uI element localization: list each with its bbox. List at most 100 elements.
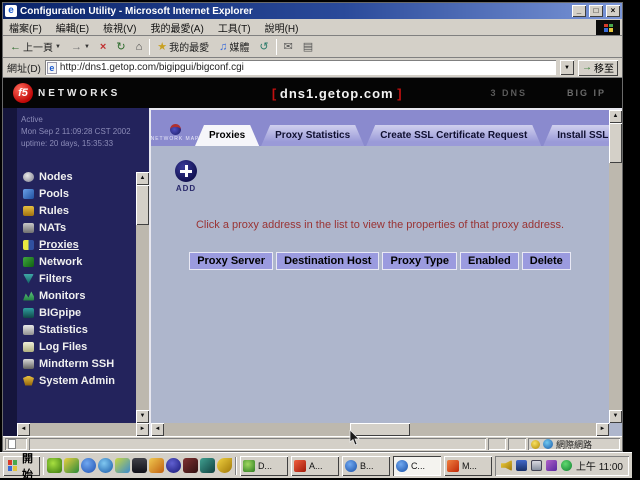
quicklaunch-icon-2[interactable] xyxy=(64,458,79,473)
sidebar-item-pools[interactable]: Pools xyxy=(17,185,149,202)
quicklaunch-icon-9[interactable] xyxy=(183,458,198,473)
stop-icon: × xyxy=(100,41,106,53)
quicklaunch-icon-6[interactable] xyxy=(132,458,147,473)
start-button[interactable]: 開始 xyxy=(3,456,40,476)
product-bigip[interactable]: BIG IP xyxy=(567,88,606,98)
forward-button[interactable]: → ▼ xyxy=(68,40,93,54)
quicklaunch-icon-4[interactable] xyxy=(98,458,113,473)
security-zone-pane: 網際網路 xyxy=(528,438,620,450)
tab-proxy-statistics[interactable]: Proxy Statistics xyxy=(261,125,364,146)
sidebar-item-proxies[interactable]: Proxies xyxy=(17,236,149,253)
col-proxy-type[interactable]: Proxy Type xyxy=(382,252,457,270)
favorites-button[interactable]: ★ 我的最愛 xyxy=(154,38,212,55)
back-button[interactable]: ← 上一頁 ▼ xyxy=(7,38,64,55)
scroll-left-icon[interactable]: ◄ xyxy=(151,423,164,436)
close-button[interactable]: × xyxy=(606,5,620,17)
quicklaunch-icon-5[interactable] xyxy=(115,458,130,473)
sidebar-item-nodes[interactable]: Nodes xyxy=(17,168,149,185)
menu-view[interactable]: 檢視(V) xyxy=(103,20,136,35)
content-horizontal-scrollbar[interactable]: ◄ ► xyxy=(151,423,609,436)
address-input[interactable]: e http://dns1.getop.com/bigipgui/bigconf… xyxy=(45,60,556,75)
menu-tools[interactable]: 工具(T) xyxy=(218,20,251,35)
refresh-button[interactable]: ↻ xyxy=(113,40,128,54)
address-url[interactable]: http://dns1.getop.com/bigipgui/bigconf.c… xyxy=(60,62,554,73)
menu-edit[interactable]: 編輯(E) xyxy=(56,20,89,35)
tab-proxies[interactable]: Proxies xyxy=(195,125,259,146)
back-dropdown-icon[interactable]: ▼ xyxy=(55,44,61,50)
quicklaunch-icon-7[interactable] xyxy=(149,458,164,473)
content-vertical-scrollbar[interactable]: ▲ ▼ xyxy=(609,110,622,423)
taskbar-clock[interactable]: 上午 11:00 xyxy=(576,458,623,473)
forward-dropdown-icon[interactable]: ▼ xyxy=(84,44,90,50)
media-button[interactable]: ♫ 媒體 xyxy=(216,38,252,55)
taskbar-button-2[interactable]: A... xyxy=(291,456,339,476)
volume-icon[interactable] xyxy=(501,460,512,471)
scroll-down-icon[interactable]: ▼ xyxy=(136,410,149,423)
go-button[interactable]: → 移至 xyxy=(578,60,618,76)
taskbar-button-1[interactable]: D... xyxy=(240,456,288,476)
sidebar-vertical-scrollbar[interactable]: ▲ ▼ xyxy=(136,172,149,423)
quicklaunch-icon-11[interactable] xyxy=(217,458,232,473)
sidebar-item-log-files[interactable]: Log Files xyxy=(17,338,149,355)
scroll-right-icon[interactable]: ► xyxy=(136,423,149,436)
ie-app-icon xyxy=(345,460,357,472)
quicklaunch-icon-1[interactable] xyxy=(47,458,62,473)
network-map-icon[interactable]: NETWORK MAP xyxy=(155,124,195,142)
scroll-up-icon[interactable]: ▲ xyxy=(136,172,149,185)
quicklaunch-icon-8[interactable] xyxy=(166,458,181,473)
quicklaunch-icon-10[interactable] xyxy=(200,458,215,473)
sidebar-item-mindterm-ssh[interactable]: Mindterm SSH xyxy=(17,355,149,372)
sidebar-item-filters[interactable]: Filters xyxy=(17,270,149,287)
home-button[interactable]: ⌂ xyxy=(133,40,146,54)
scrollbar-thumb[interactable] xyxy=(136,185,149,225)
col-enabled[interactable]: Enabled xyxy=(460,252,519,270)
product-3dns[interactable]: 3 DNS xyxy=(490,88,527,98)
app-icon xyxy=(243,460,255,472)
display-icon[interactable] xyxy=(531,460,542,471)
sidebar-item-bigpipe[interactable]: BIGpipe xyxy=(17,304,149,321)
sidebar-item-nats[interactable]: NATs xyxy=(17,219,149,236)
refresh-icon: ↻ xyxy=(116,41,125,53)
sidebar-item-monitors[interactable]: Monitors xyxy=(17,287,149,304)
content-frame: NETWORK MAP Proxies Proxy Statistics Cre… xyxy=(149,108,622,436)
history-button[interactable]: ↺ xyxy=(256,40,271,54)
scrollbar-thumb[interactable] xyxy=(609,123,622,163)
scroll-up-icon[interactable]: ▲ xyxy=(609,110,622,123)
scroll-right-icon[interactable]: ► xyxy=(596,423,609,436)
f5-networks-label: NETWORKS xyxy=(38,88,120,99)
mail-button[interactable]: ✉ xyxy=(281,40,296,54)
sidebar-item-statistics[interactable]: Statistics xyxy=(17,321,149,338)
taskbar-button-4-active[interactable]: C... xyxy=(393,456,441,476)
messenger-icon[interactable] xyxy=(516,460,527,471)
col-delete[interactable]: Delete xyxy=(522,252,571,270)
scroll-down-icon[interactable]: ▼ xyxy=(609,410,622,423)
col-proxy-server[interactable]: Proxy Server xyxy=(189,252,273,270)
scroll-left-icon[interactable]: ◄ xyxy=(17,423,30,436)
tab-create-ssl-certificate-request[interactable]: Create SSL Certificate Request xyxy=(366,125,541,146)
forward-icon: → xyxy=(71,41,82,53)
sidebar-item-network[interactable]: Network xyxy=(17,253,149,270)
taskbar-button-3[interactable]: B... xyxy=(342,456,390,476)
menu-favorites[interactable]: 我的最愛(A) xyxy=(150,20,203,35)
sidebar-item-system-admin[interactable]: System Admin xyxy=(17,372,149,389)
add-button[interactable] xyxy=(175,160,197,182)
quicklaunch-icon-3[interactable] xyxy=(81,458,96,473)
nats-icon xyxy=(23,223,34,233)
system-tray: 上午 11:00 xyxy=(495,456,629,476)
taskbar-button-5[interactable]: M... xyxy=(444,456,492,476)
stop-button[interactable]: × xyxy=(97,40,109,54)
address-dropdown-icon[interactable]: ▼ xyxy=(560,60,574,75)
screen: { "colors": { "titlebar": "#0a246a", "ch… xyxy=(0,0,640,480)
menu-file[interactable]: 檔案(F) xyxy=(9,20,42,35)
sidebar-item-rules[interactable]: Rules xyxy=(17,202,149,219)
antivirus-icon[interactable] xyxy=(561,460,572,471)
minimize-button[interactable]: _ xyxy=(572,5,586,17)
bracket-left: [ xyxy=(272,86,276,101)
tabstrip: NETWORK MAP Proxies Proxy Statistics Cre… xyxy=(151,110,622,146)
maximize-button[interactable]: □ xyxy=(589,5,603,17)
menu-help[interactable]: 說明(H) xyxy=(265,20,299,35)
sidebar-horizontal-scrollbar[interactable]: ◄ ► xyxy=(17,423,149,436)
tray-app-icon[interactable] xyxy=(546,460,557,471)
col-destination-host[interactable]: Destination Host xyxy=(276,252,379,270)
print-button[interactable]: ▤ xyxy=(300,40,316,54)
